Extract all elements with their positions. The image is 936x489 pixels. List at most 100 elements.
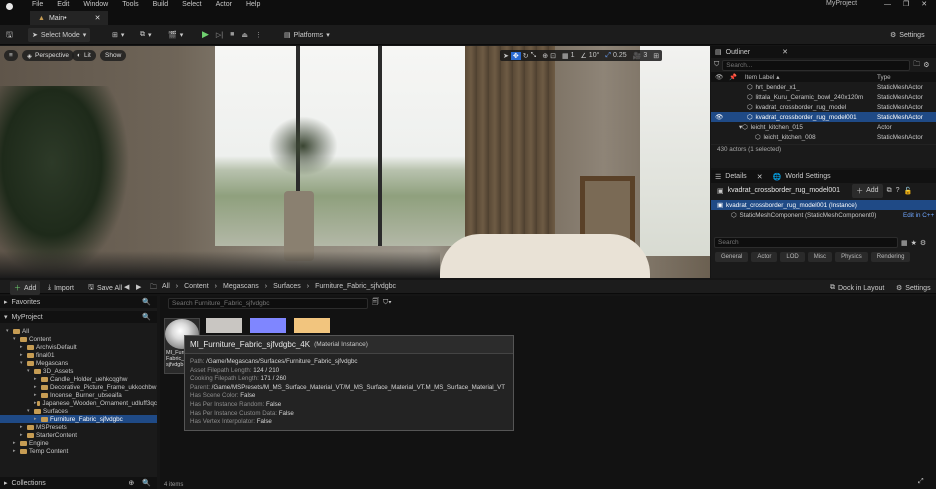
expand-arrow-icon[interactable]: ▸ bbox=[34, 384, 41, 390]
component-row[interactable]: ⬡ StaticMeshComponent (StaticMeshCompone… bbox=[711, 210, 936, 220]
level-viewport[interactable]: ≡ ◈ Perspective ◐ Lit Show ➤ ✥ ↻ ⤡ ⊕ ⊡ ▦… bbox=[0, 46, 710, 278]
folder-tree-item[interactable]: ▸ ArchvisDefault bbox=[0, 343, 157, 351]
play-icon[interactable]: ▶ bbox=[202, 29, 209, 40]
scale-snap-value[interactable]: 0.25 bbox=[613, 52, 627, 59]
details-add-button[interactable]: ＋ Add bbox=[852, 183, 883, 198]
breadcrumb-item[interactable]: Furniture_Fabric_sjfvdgbc bbox=[315, 283, 396, 290]
menu-item-edit[interactable]: Edit bbox=[57, 1, 69, 8]
camera-speed-icon[interactable]: 🎥 bbox=[633, 52, 642, 60]
play-options-icon[interactable]: ⋮ bbox=[255, 31, 262, 39]
instance-row[interactable]: ▣ kvadrat_crossborder_rug_model001 (Inst… bbox=[711, 200, 936, 210]
collapse-arrow-icon[interactable]: ▾ bbox=[27, 408, 34, 414]
select-mode-dropdown[interactable]: ➤ Select Mode ▾ bbox=[28, 28, 91, 42]
filter-general[interactable]: General bbox=[715, 252, 749, 262]
cb-add-button[interactable]: ＋ Add bbox=[10, 281, 41, 295]
folder-tree-item[interactable]: ▸ Incense_Burner_ubseaifa bbox=[0, 391, 157, 399]
grid-view-icon[interactable]: ▦ bbox=[901, 239, 908, 247]
surface-snap-icon[interactable]: ⊡ bbox=[550, 52, 556, 60]
collections-header[interactable]: ▸ Collections ⊕ 🔍 bbox=[0, 477, 157, 489]
folder-tree-item[interactable]: ▸ Furniture_Fabric_sjfvdgbc bbox=[0, 415, 157, 423]
filter-icon[interactable]: ⛉ bbox=[714, 61, 719, 69]
breadcrumb-item[interactable]: Surfaces bbox=[273, 283, 301, 290]
folder-tree-item[interactable]: ▾ 3D_Assets bbox=[0, 367, 157, 375]
select-tool-icon[interactable]: ➤ bbox=[503, 52, 509, 60]
viewport-options-button[interactable]: ≡ bbox=[4, 50, 18, 61]
details-tab[interactable]: Details bbox=[725, 173, 746, 180]
expand-arrow-icon[interactable]: ▸ bbox=[34, 416, 41, 422]
expand-arrow-icon[interactable]: ▸ bbox=[20, 424, 27, 430]
outliner-row[interactable]: ⬡ littala_Kuru_Ceramic_bowl_240x120m Stati… bbox=[711, 92, 936, 102]
import-button[interactable]: ⤓ Import bbox=[44, 281, 78, 295]
forward-icon[interactable]: ▶ bbox=[136, 283, 141, 291]
outliner-row[interactable]: ▾⬡ leicht_kitchen_015 Actor bbox=[711, 122, 936, 132]
breadcrumb-item[interactable]: All bbox=[162, 283, 170, 290]
folder-tree-item[interactable]: ▸ Candle_Holder_uehkcqghw bbox=[0, 375, 157, 383]
expand-arrow-icon[interactable]: ▸ bbox=[20, 352, 27, 358]
scale-snap-icon[interactable]: ⤢ bbox=[605, 52, 611, 60]
favorites-header[interactable]: ▸ Favorites 🔍 bbox=[0, 296, 157, 308]
grid-snap-value[interactable]: 1 bbox=[571, 52, 575, 59]
favorite-star-icon[interactable]: ★ bbox=[911, 239, 917, 247]
filter-misc[interactable]: Misc bbox=[807, 252, 833, 262]
asset-filter-icon[interactable]: ⛉▾ bbox=[383, 299, 392, 307]
outliner-row[interactable]: ⬡ hrt_bender_x1_ StaticMeshActor bbox=[711, 82, 936, 92]
folder-icon[interactable]: 🗀 bbox=[150, 283, 157, 294]
type-header[interactable]: Type bbox=[877, 74, 891, 81]
menu-item-tools[interactable]: Tools bbox=[122, 1, 138, 8]
toolbar-settings-button[interactable]: ⚙ Settings bbox=[886, 28, 929, 42]
folder-add-icon[interactable]: 🗀 bbox=[913, 60, 920, 71]
asset-search-input[interactable] bbox=[168, 297, 368, 309]
filter-rendering[interactable]: Rendering bbox=[870, 252, 911, 262]
angle-snap-icon[interactable]: ∠ bbox=[581, 52, 587, 60]
eject-icon[interactable]: ⏏ bbox=[241, 31, 248, 39]
expand-arrow-icon[interactable]: ▸ bbox=[20, 344, 27, 350]
tab-close-icon[interactable]: ✕ bbox=[95, 14, 101, 22]
camera-speed-value[interactable]: 3 bbox=[643, 52, 647, 59]
folder-tree-item[interactable]: ▾ Megascans bbox=[0, 359, 157, 367]
collapse-arrow-icon[interactable]: ▾ bbox=[13, 336, 20, 342]
move-tool-icon[interactable]: ✥ bbox=[510, 51, 521, 60]
folder-tree-item[interactable]: ▸ Engine bbox=[0, 439, 157, 447]
folder-tree-item[interactable]: ▸ MSPresets bbox=[0, 423, 157, 431]
rotate-tool-icon[interactable]: ↻ bbox=[523, 52, 529, 60]
collapse-arrow-icon[interactable]: ▾ bbox=[20, 360, 27, 366]
folder-tree-item[interactable]: ▸ StarterContent bbox=[0, 431, 157, 439]
texture-swatch[interactable] bbox=[294, 318, 330, 333]
platforms-dropdown[interactable]: ▤ Platforms ▾ bbox=[280, 28, 334, 42]
folder-tree-item[interactable]: ▾ All bbox=[0, 327, 157, 335]
step-icon[interactable]: ▷| bbox=[216, 31, 223, 39]
menu-item-select[interactable]: Select bbox=[182, 1, 201, 8]
folder-tree-item[interactable]: ▸ Japanese_Wooden_Ornament_udluff3qc bbox=[0, 399, 157, 407]
expand-arrow-icon[interactable]: ▸ bbox=[34, 376, 41, 382]
outliner-row[interactable]: ⬡ leicht_kitchen_008 StaticMeshActor bbox=[711, 132, 936, 142]
menu-item-file[interactable]: File bbox=[32, 1, 43, 8]
grid-snap-icon[interactable]: ▦ bbox=[562, 52, 569, 60]
collapse-arrow-icon[interactable]: ▾ bbox=[6, 328, 13, 334]
expand-arrow-icon[interactable]: ▸ bbox=[34, 392, 41, 398]
project-search-icon[interactable]: 🔍 bbox=[142, 313, 151, 321]
expand-arrow-icon[interactable]: ▸ bbox=[13, 440, 20, 446]
close-icon[interactable]: ✕ bbox=[921, 0, 927, 8]
details-close-icon[interactable]: ✕ bbox=[757, 173, 763, 181]
expand-arrow-icon[interactable]: ▸ bbox=[20, 432, 27, 438]
folder-tree-item[interactable]: ▾ Content bbox=[0, 335, 157, 343]
lock-icon[interactable]: 🔓 bbox=[903, 187, 912, 195]
folder-tree-item[interactable]: ▸ final01 bbox=[0, 351, 157, 359]
favorites-search-icon[interactable]: 🔍 bbox=[142, 298, 151, 306]
world-icon[interactable]: ⊕ bbox=[542, 52, 548, 60]
visibility-eye-icon[interactable]: 👁 bbox=[711, 113, 725, 121]
collections-search-icon[interactable]: 🔍 bbox=[142, 479, 151, 487]
add-content-button[interactable]: ⊞ ▾ bbox=[108, 28, 128, 42]
breadcrumb-item[interactable]: Content bbox=[184, 283, 209, 290]
outliner-row[interactable]: ⬡ kvadrat_crossborder_rug_model StaticMesh… bbox=[711, 102, 936, 112]
folder-tree-item[interactable]: ▾ Surfaces bbox=[0, 407, 157, 415]
angle-snap-value[interactable]: 10° bbox=[589, 52, 600, 59]
cinematics-button[interactable]: 🎬 ▾ bbox=[164, 28, 187, 42]
outliner-row[interactable]: 👁 ⬡ kvadrat_crossborder_rug_model001 Static… bbox=[711, 112, 936, 122]
maximize-icon[interactable]: ❐ bbox=[903, 0, 909, 8]
outliner-close-icon[interactable]: ✕ bbox=[782, 48, 788, 56]
item-label-header[interactable]: Item Label bbox=[745, 74, 774, 81]
maximize-viewport-icon[interactable]: ⊞ bbox=[653, 52, 659, 60]
folder-tree-item[interactable]: ▸ Temp Content bbox=[0, 447, 157, 455]
blueprint-add-icon[interactable]: ⧉ bbox=[887, 187, 892, 195]
